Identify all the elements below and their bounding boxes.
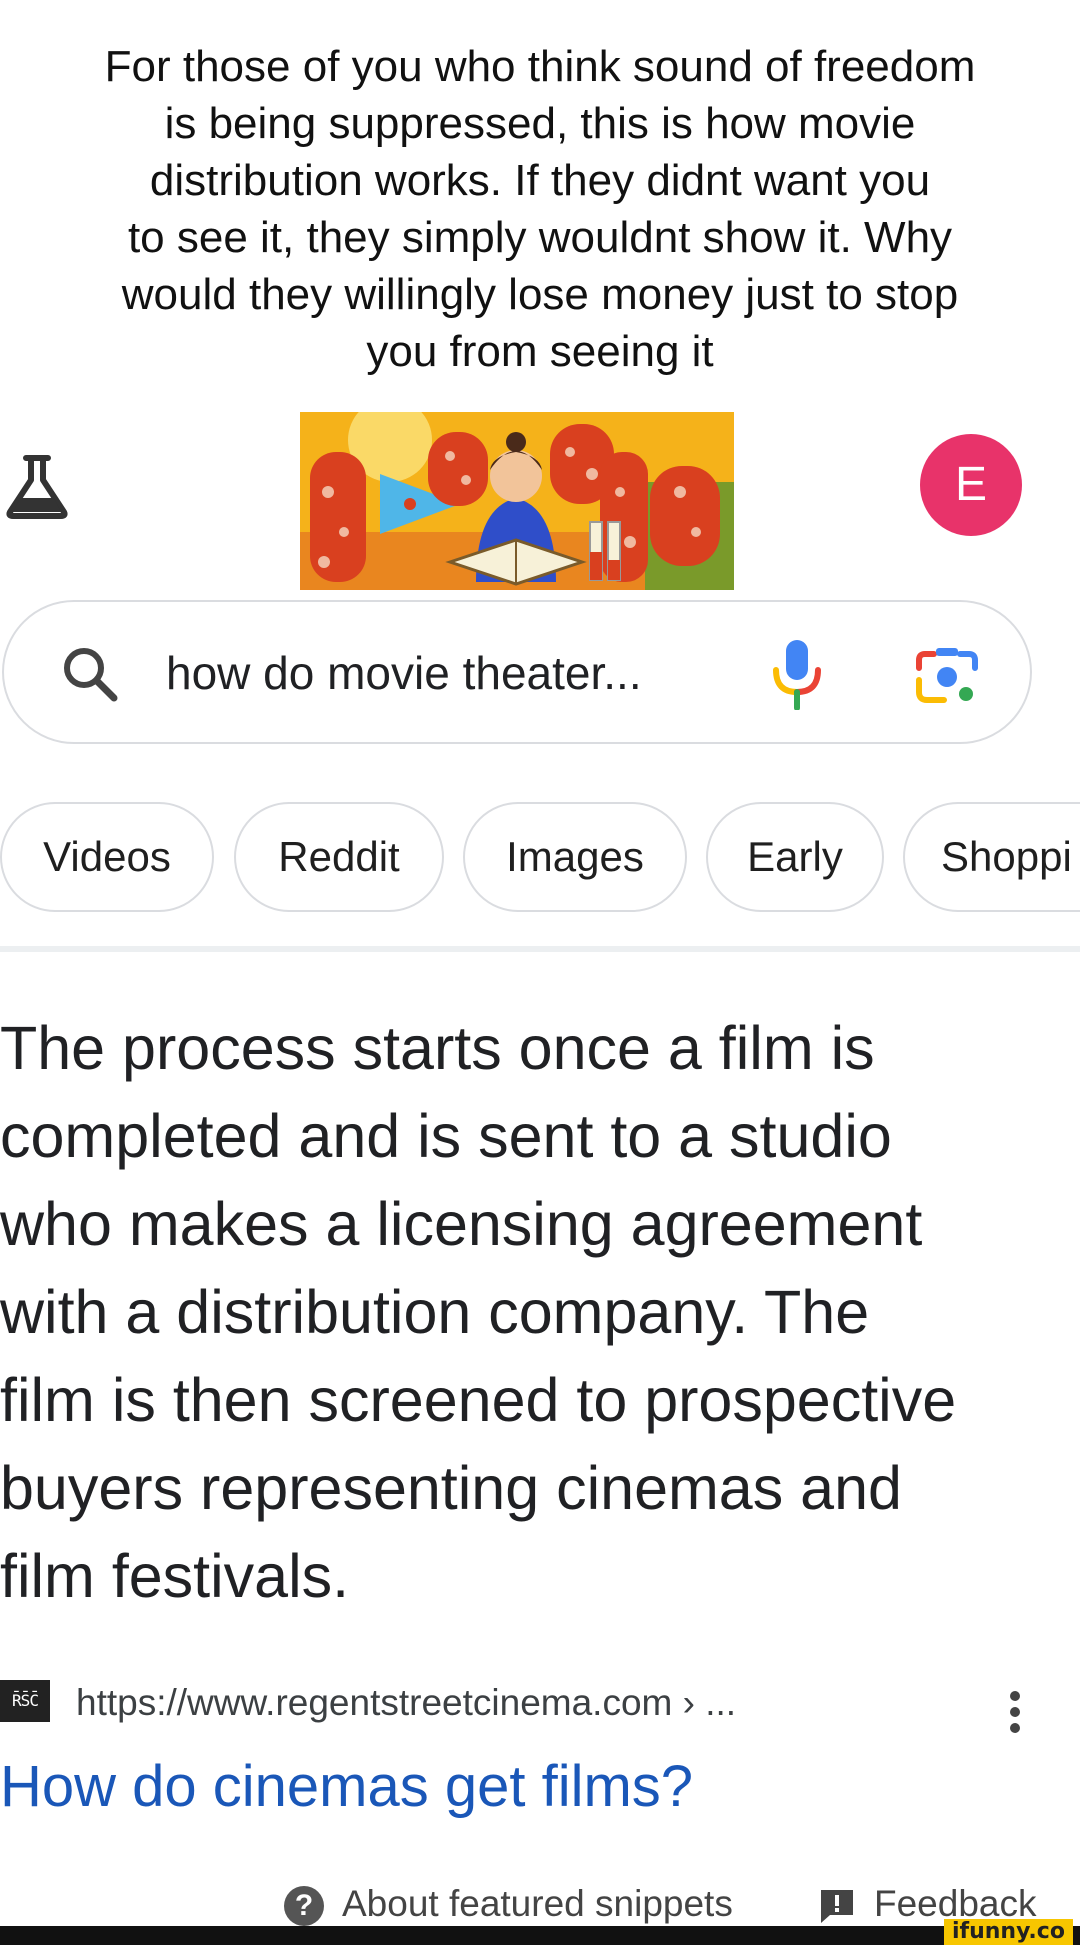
snippet-line: The process starts once a film is <box>0 1014 875 1082</box>
caption-line: is being suppressed, this is how movie <box>164 99 916 148</box>
watermark-bar <box>0 1926 1080 1945</box>
more-vert-icon[interactable] <box>1000 1690 1030 1734</box>
snippet-line: who makes a licensing agreement <box>0 1190 923 1258</box>
flask-icon[interactable] <box>2 452 72 522</box>
caption-line: distribution works. If they didnt want y… <box>149 156 931 205</box>
section-divider <box>0 946 1080 952</box>
featured-snippet-text: The process starts once a film is comple… <box>0 1004 1075 1620</box>
caption-line: you from seeing it <box>366 327 714 376</box>
search-query[interactable]: how do movie theater... <box>166 648 642 698</box>
feedback-icon <box>821 1890 853 1924</box>
result-source[interactable]: R̄S̄C̄ https://www.regentstreetcinema.co… <box>0 1676 1080 1736</box>
chip-videos[interactable]: Videos <box>0 802 214 912</box>
chip-reddit[interactable]: Reddit <box>234 802 444 912</box>
caption-line: For those of you who think sound of free… <box>104 42 976 91</box>
caption-line: to see it, they simply wouldnt show it. … <box>127 213 953 262</box>
snippet-line: with a distribution company. The <box>0 1278 870 1346</box>
google-doodle-logo[interactable] <box>300 412 734 590</box>
chip-early[interactable]: Early <box>706 802 884 912</box>
snippet-line: film is then screened to prospective <box>0 1366 957 1434</box>
about-label: About featured snippets <box>342 1883 733 1924</box>
mic-icon[interactable] <box>770 638 824 710</box>
snippet-line: buyers representing cinemas and <box>0 1454 902 1522</box>
result-url[interactable]: https://www.regentstreetcinema.com › ... <box>76 1682 736 1724</box>
search-bar[interactable]: how do movie theater... <box>2 600 1032 744</box>
about-featured-snippets-link[interactable]: ? About featured snippets <box>284 1878 733 1930</box>
meme-caption: For those of you who think sound of free… <box>40 38 1040 380</box>
ifunny-watermark: ifunny.co <box>944 1919 1073 1945</box>
chip-images[interactable]: Images <box>463 802 687 912</box>
snippet-line: completed and is sent to a studio <box>0 1102 892 1170</box>
feedback-label: Feedback <box>874 1883 1037 1924</box>
filter-chips-row: Videos Reddit Images Early Shoppi <box>0 802 1080 916</box>
result-title-link[interactable]: How do cinemas get films? <box>0 1752 693 1822</box>
help-icon: ? <box>284 1886 324 1927</box>
snippet-line: film festivals. <box>0 1542 350 1610</box>
lens-camera-icon[interactable] <box>914 644 980 706</box>
site-favicon: R̄S̄C̄ <box>0 1680 50 1722</box>
chip-shopping[interactable]: Shoppi <box>903 802 1080 912</box>
snippet-footer: ? About featured snippets Feedback <box>0 1876 1080 1932</box>
account-avatar[interactable]: E <box>920 434 1022 536</box>
caption-line: would they willingly lose money just to … <box>121 270 959 319</box>
search-icon[interactable] <box>60 644 120 704</box>
